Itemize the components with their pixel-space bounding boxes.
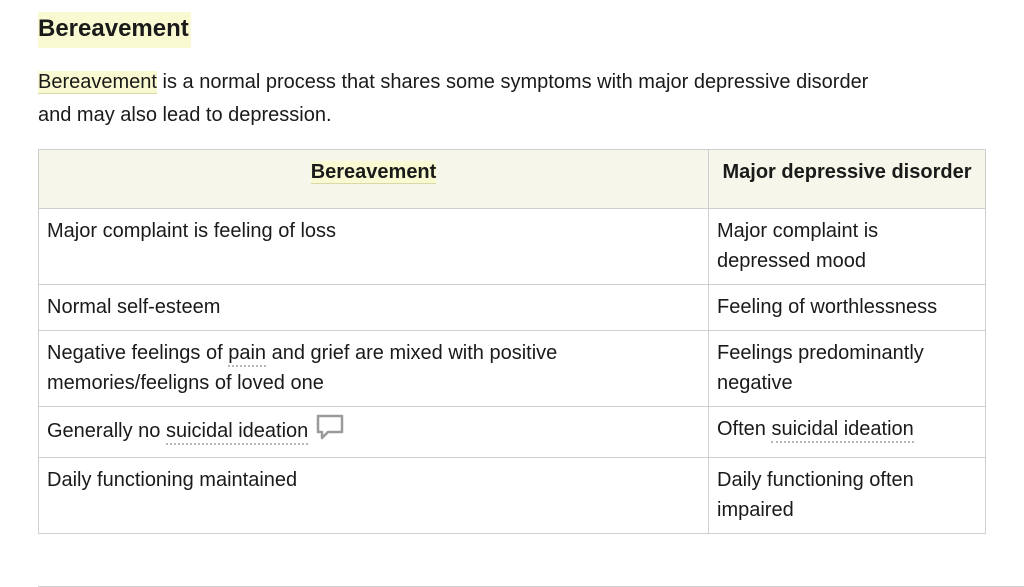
table-cell: Major complaint is depressed mood: [708, 208, 986, 285]
comment-icon[interactable]: [316, 414, 344, 449]
table-cell: Major complaint is feeling of loss: [38, 208, 709, 285]
table-row: Negative feelings of pain and grief are …: [38, 330, 986, 407]
table-cell: Daily functioning often impaired: [708, 457, 986, 534]
table-row: Daily functioning maintained Daily funct…: [38, 457, 986, 534]
table-cell: Normal self-esteem: [38, 284, 709, 331]
table-cell: Feeling of worthlessness: [708, 284, 986, 331]
table-cell: Generally no suicidal ideation: [38, 406, 709, 458]
suicidal-ideation-term-link[interactable]: suicidal ideation: [771, 418, 914, 443]
table-row: Normal self-esteem Feeling of worthlessn…: [38, 284, 986, 331]
intro-paragraph: Bereavement is a normal process that sha…: [38, 66, 988, 132]
pain-term-link[interactable]: pain: [228, 342, 267, 367]
suicidal-ideation-term-link[interactable]: suicidal ideation: [165, 419, 309, 445]
cell-text: Negative feelings of: [47, 342, 229, 364]
table-cell: Daily functioning maintained: [38, 457, 709, 534]
header-bereavement-link[interactable]: Bereavement: [310, 161, 437, 184]
table-cell: Feelings predominantly negative: [708, 330, 986, 407]
comparison-table: Bereavement Major depressive disorder Ma…: [38, 149, 986, 534]
intro-text-line2: and may also lead to depression.: [38, 104, 332, 126]
table-cell: Negative feelings of pain and grief are …: [38, 330, 709, 407]
bereavement-link[interactable]: Bereavement: [38, 71, 157, 94]
section-heading: Bereavement: [38, 12, 191, 48]
intro-text-line1: is a normal process that shares some sym…: [156, 71, 869, 93]
comment-icon-svg: [317, 414, 344, 440]
header-bereavement: Bereavement: [38, 149, 709, 209]
table-row: Major complaint is feeling of loss Major…: [38, 208, 986, 285]
table-row: Generally no suicidal ideation Often sui…: [38, 406, 986, 458]
bereavement-section: Bereavement Bereavement is a normal proc…: [38, 12, 988, 132]
table-header-row: Bereavement Major depressive disorder: [38, 149, 986, 209]
cell-text: Generally no: [47, 419, 166, 442]
header-major-depressive-disorder: Major depressive disorder: [708, 149, 986, 209]
cell-text: Often: [717, 418, 772, 440]
table-cell: Often suicidal ideation: [708, 406, 986, 458]
